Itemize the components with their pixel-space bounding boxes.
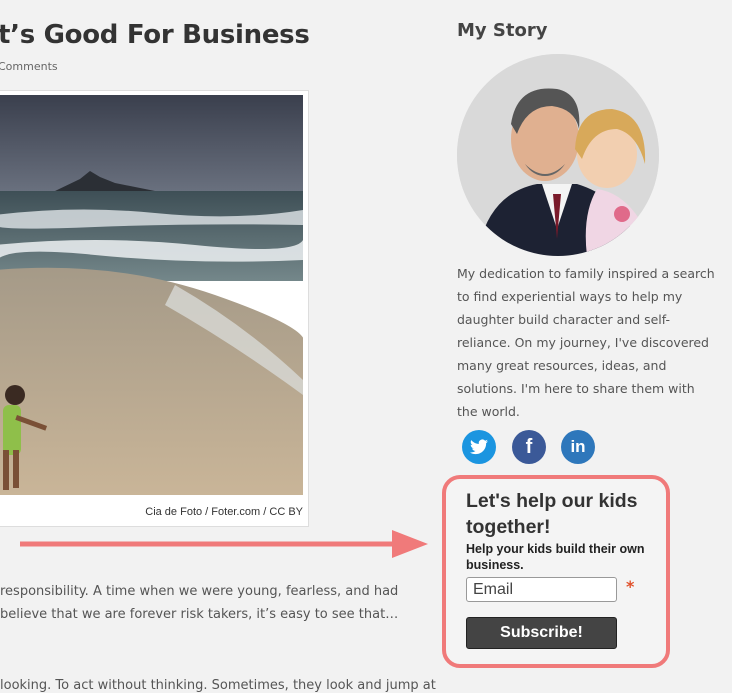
credit-site-link[interactable]: Foter.com — [211, 506, 260, 518]
facebook-icon: f — [525, 435, 533, 458]
sidebar-heading: My Story — [457, 20, 548, 41]
credit-author-link[interactable]: Cia de Foto — [145, 506, 202, 518]
optin-title: Let's help our kids together! — [466, 490, 638, 538]
required-marker: * — [626, 577, 635, 596]
avatar-photo — [457, 54, 659, 256]
credit-separator: / — [260, 506, 270, 518]
facebook-button[interactable]: f — [512, 430, 546, 464]
credit-separator: / — [202, 506, 212, 518]
subscribe-button[interactable]: Subscribe! — [466, 617, 617, 649]
post-comments-link[interactable]: Comments — [0, 60, 58, 73]
bio-text: My dedication to family inspired a searc… — [457, 266, 715, 419]
credit-license-link[interactable]: CC BY — [269, 506, 303, 518]
post-image — [0, 95, 303, 495]
annotation-arrow — [20, 530, 428, 558]
post-excerpt-line: believe that we are forever risk takers,… — [0, 607, 399, 622]
avatar — [457, 54, 659, 256]
post-excerpt-line: looking. To act without thinking. Someti… — [0, 678, 436, 693]
post-image-frame: Cia de Foto / Foter.com / CC BY — [0, 90, 309, 527]
twitter-button[interactable] — [462, 430, 496, 464]
post-title[interactable]: t’s Good For Business — [0, 20, 310, 50]
beach-photo — [0, 95, 303, 495]
optin-subtitle: Help your kids build their own business. — [466, 542, 645, 572]
twitter-icon — [470, 439, 488, 455]
photo-credit: Cia de Foto / Foter.com / CC BY — [145, 506, 303, 518]
newsletter-optin-box: Let's help our kids together! Help your … — [442, 475, 670, 668]
email-field[interactable] — [466, 577, 617, 602]
linkedin-icon: in — [570, 437, 586, 456]
linkedin-button[interactable]: in — [561, 430, 595, 464]
post-excerpt-line: responsibility. A time when we were youn… — [0, 584, 399, 599]
